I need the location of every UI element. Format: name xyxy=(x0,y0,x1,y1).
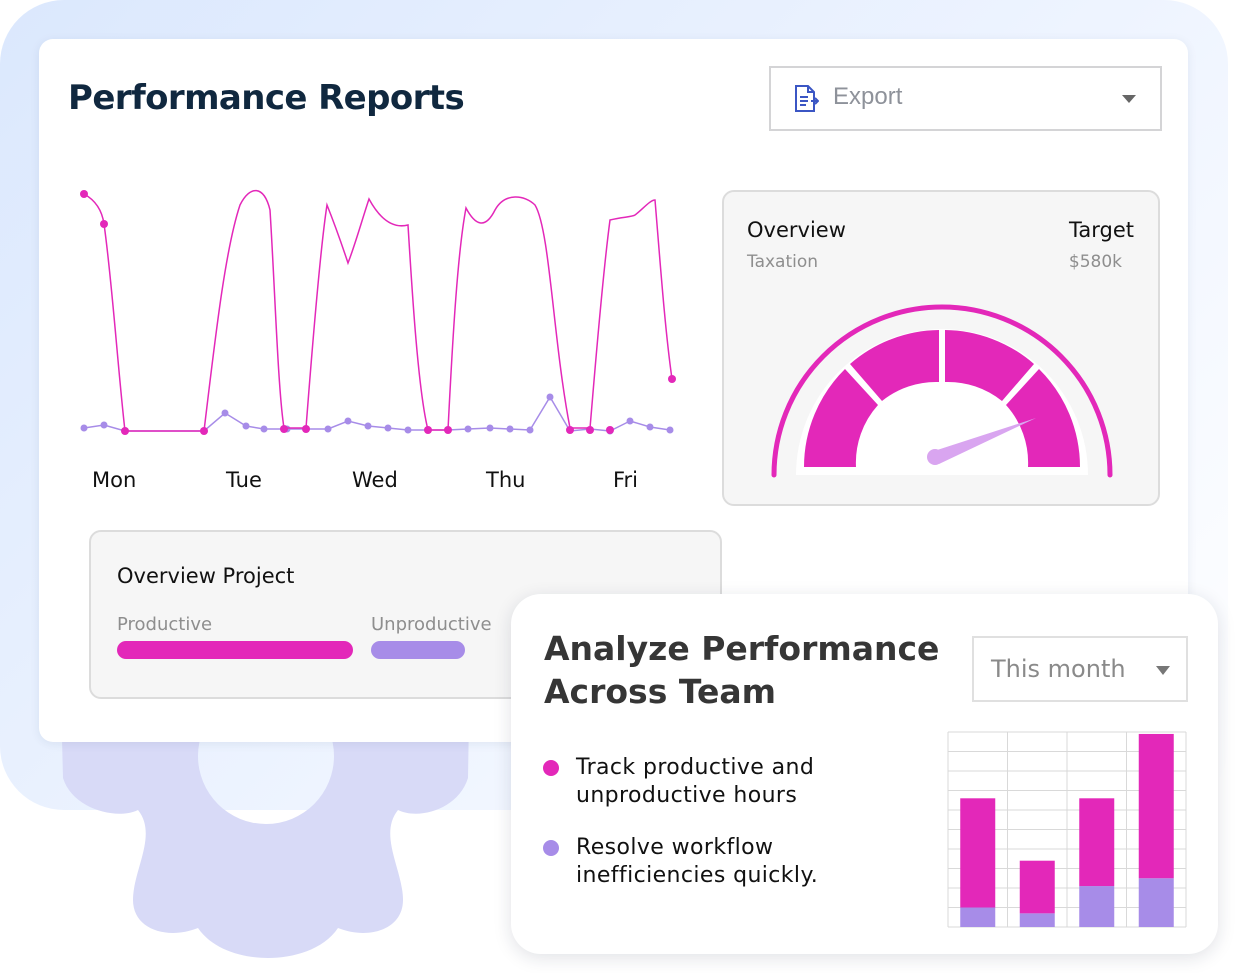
export-dropdown[interactable]: Export xyxy=(769,66,1162,131)
bar-segment-productive-1 xyxy=(960,798,996,908)
overview-target-card: Overview Taxation Target $580k xyxy=(722,190,1160,506)
productive-label: Productive xyxy=(117,614,213,635)
chevron-down-icon xyxy=(1156,666,1170,675)
day-label-thu: Thu xyxy=(485,468,525,492)
bullet-line: Resolve workflow xyxy=(576,835,774,860)
gauge xyxy=(771,304,1113,478)
page-title: Performance Reports xyxy=(68,78,465,118)
bar-segment-unproductive-3 xyxy=(1079,886,1115,927)
day-label-fri: Fri xyxy=(613,468,638,492)
document-export-icon xyxy=(795,85,819,112)
productive-bar xyxy=(117,641,353,659)
bar-segment-unproductive-2 xyxy=(1019,913,1055,927)
unproductive-bar xyxy=(371,641,465,659)
weekly-line-chart: Mon Tue Wed Thu Fri xyxy=(80,189,676,492)
project-title: Overview Project xyxy=(117,564,295,588)
day-label-tue: Tue xyxy=(225,468,262,492)
bullet-dot-magenta xyxy=(543,760,559,776)
bar-segment-productive-2 xyxy=(1019,860,1055,914)
bar-segment-productive-4 xyxy=(1138,733,1174,879)
bullet-line: inefficiencies quickly. xyxy=(576,863,819,888)
day-label-wed: Wed xyxy=(352,468,398,492)
analyze-performance-card: Analyze Performance Across Team This mon… xyxy=(511,594,1218,954)
analyze-title-line-2: Across Team xyxy=(544,672,776,711)
productive-line xyxy=(83,189,673,432)
bullet-dot-purple xyxy=(543,840,559,856)
bullet-line: unproductive hours xyxy=(576,783,798,808)
analyze-title-line-1: Analyze Performance xyxy=(544,629,940,668)
period-label: This month xyxy=(991,655,1126,683)
bar-segment-unproductive-4 xyxy=(1138,878,1174,927)
unproductive-line xyxy=(83,395,671,432)
export-label: Export xyxy=(833,83,903,110)
unproductive-label: Unproductive xyxy=(371,614,492,635)
bar-segment-unproductive-1 xyxy=(960,907,996,927)
bar-segment-productive-3 xyxy=(1079,798,1115,887)
bullet-item-resolve: Resolve workflow inefficiencies quickly. xyxy=(576,834,906,890)
bullet-item-track: Track productive and unproductive hours xyxy=(576,754,906,810)
period-select[interactable]: This month xyxy=(972,636,1188,702)
bullet-line: Track productive and xyxy=(576,755,815,780)
team-bar-chart xyxy=(947,731,1187,928)
chevron-down-icon xyxy=(1122,95,1136,103)
analyze-title: Analyze Performance Across Team xyxy=(544,627,964,713)
day-label-mon: Mon xyxy=(92,468,136,492)
